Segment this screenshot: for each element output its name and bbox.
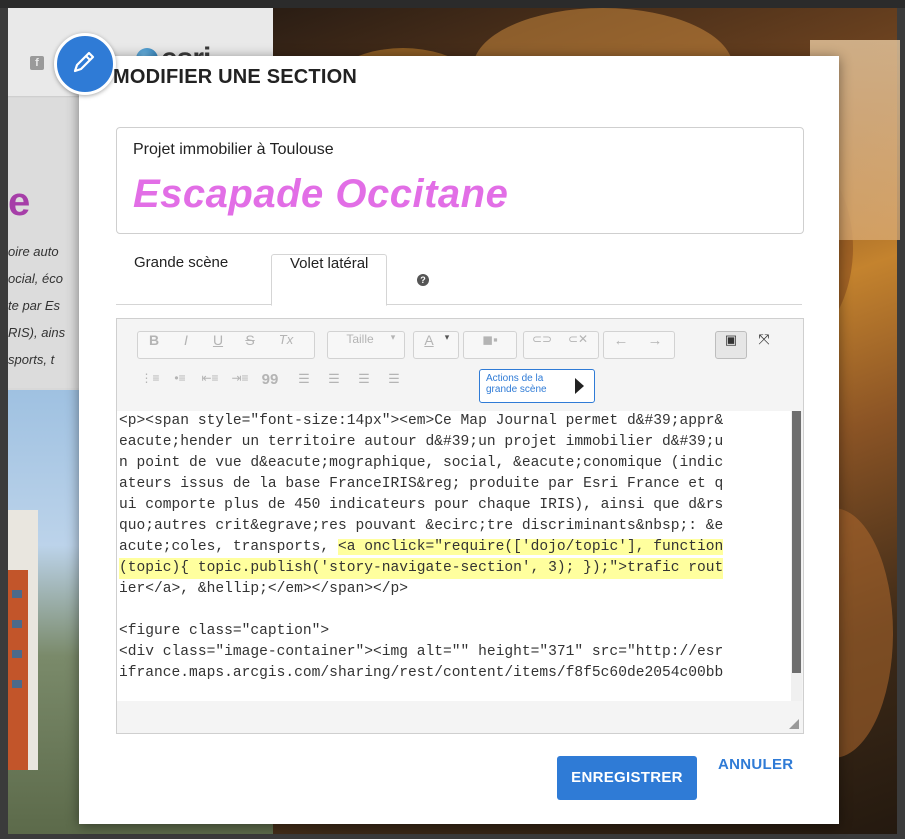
help-icon[interactable]: ?: [417, 274, 429, 286]
editor-toolbar: B I U S Tx Taille ▾ A ▾ ◼▪ ⊂⊃ ⊂✕ ← → ▣ ⤧…: [117, 319, 803, 409]
unlink-icon[interactable]: ⊂✕: [560, 332, 596, 358]
story-line: te par Es: [8, 298, 61, 313]
editor-scroll-thumb[interactable]: [792, 411, 801, 673]
code-line-highlighted: (topic){ topic.publish('story-navigate-s…: [119, 558, 724, 579]
align-center-icon[interactable]: ☰: [321, 371, 347, 397]
fullscreen-icon[interactable]: ⤧: [749, 331, 779, 357]
code-line: ateurs issus de la base FranceIRIS&reg; …: [119, 476, 724, 492]
code-line: quo;autres crit&egrave;res pouvant &ecir…: [119, 518, 724, 534]
code-line: ui comporte plus de 450 indicateurs pour…: [119, 497, 724, 513]
editor-tabs: Grande scène Volet latéral ?: [116, 254, 802, 306]
indent-icon[interactable]: ⇥≡: [227, 371, 253, 397]
resize-grip-icon[interactable]: [789, 719, 799, 729]
numbered-list-icon[interactable]: ⋮≡: [137, 371, 163, 397]
align-justify-icon[interactable]: ☰: [381, 371, 407, 397]
code-line: n point de vue d&eacute;mographique, soc…: [119, 455, 724, 471]
html-source-textarea[interactable]: <p><span style="font-size:14px"><em>Ce M…: [117, 411, 791, 701]
history-group: ← →: [603, 331, 675, 359]
tab-grande-scene[interactable]: Grande scène: [116, 254, 246, 304]
source-icon: ▣: [724, 332, 738, 347]
code-segment: acute;coles, transports,: [119, 539, 338, 555]
align-group: ☰ ☰ ☰ ☰: [291, 371, 415, 397]
bold-button[interactable]: B: [138, 332, 170, 358]
bullet-list-icon[interactable]: •≡: [167, 371, 193, 397]
tab-volet-lateral[interactable]: Volet latéral: [271, 254, 388, 306]
section-title-box[interactable]: Projet immobilier à Toulouse Escapade Oc…: [116, 127, 804, 234]
story-line: sports, t: [8, 352, 55, 367]
list-group: ⋮≡ •≡ ⇤≡ ⇥≡ 99: [137, 371, 291, 397]
code-line: <p><span style="font-size:14px"><em>Ce M…: [119, 413, 724, 429]
strikethrough-button[interactable]: S: [234, 332, 266, 358]
edit-badge: [54, 33, 116, 95]
story-title-fragment: e: [8, 180, 31, 224]
facebook-icon: f: [30, 56, 44, 70]
chevron-down-icon: ▾: [444, 332, 450, 342]
italic-button[interactable]: I: [170, 332, 202, 358]
font-color-icon: A: [424, 332, 434, 348]
clear-format-button[interactable]: Tx: [266, 332, 306, 358]
link-icon[interactable]: ⊂⊃: [524, 332, 560, 358]
source-button[interactable]: ▣: [715, 331, 747, 359]
story-line: oire auto: [8, 244, 59, 259]
size-dropdown[interactable]: Taille ▾: [327, 331, 405, 359]
outdent-icon[interactable]: ⇤≡: [197, 371, 223, 397]
rich-text-editor: B I U S Tx Taille ▾ A ▾ ◼▪ ⊂⊃ ⊂✕ ← → ▣ ⤧…: [116, 318, 804, 734]
cancel-button[interactable]: ANNULER: [718, 756, 793, 800]
undo-icon[interactable]: ←: [604, 332, 638, 358]
code-line: <figure class="caption">: [119, 623, 330, 639]
section-title[interactable]: Escapade Occitane: [133, 172, 508, 217]
play-icon: [575, 378, 584, 394]
font-color-button[interactable]: A ▾: [413, 331, 459, 359]
code-highlight: <a onclick="require(['dojo/topic'], func…: [337, 539, 724, 555]
dialog-title: MODIFIER UNE SECTION: [113, 66, 358, 88]
actions-label: Actions de la grande scène: [486, 373, 547, 395]
link-group: ⊂⊃ ⊂✕: [523, 331, 599, 359]
story-line: ocial, éco: [8, 271, 63, 286]
redo-icon[interactable]: →: [638, 332, 672, 358]
code-line: eacute;hender un territoire autour d&#39…: [119, 434, 724, 450]
chevron-down-icon: ▾: [390, 332, 396, 342]
size-label: Taille: [346, 332, 374, 346]
pencil-icon: [73, 51, 95, 73]
story-line: RIS), ains: [8, 325, 66, 340]
code-line: <div class="image-container"><img alt=""…: [119, 644, 724, 660]
format-group: B I U S Tx: [137, 331, 315, 359]
code-line: acute;coles, transports, <a onclick="req…: [119, 537, 791, 558]
underline-button[interactable]: U: [202, 332, 234, 358]
camera-icon: ◼▪: [482, 332, 498, 347]
align-right-icon[interactable]: ☰: [351, 371, 377, 397]
align-left-icon[interactable]: ☰: [291, 371, 317, 397]
save-button[interactable]: ENREGISTRER: [557, 756, 697, 800]
actions-grande-scene-button[interactable]: Actions de la grande scène: [479, 369, 595, 403]
section-subtitle[interactable]: Projet immobilier à Toulouse: [133, 141, 334, 159]
blockquote-icon[interactable]: 99: [257, 371, 283, 397]
top-bar: [0, 0, 905, 8]
code-line: ifrance.maps.arcgis.com/sharing/rest/con…: [119, 665, 724, 681]
media-button[interactable]: ◼▪: [463, 331, 517, 359]
code-line: ier</a>, &hellip;</em></span></p>: [119, 581, 409, 597]
